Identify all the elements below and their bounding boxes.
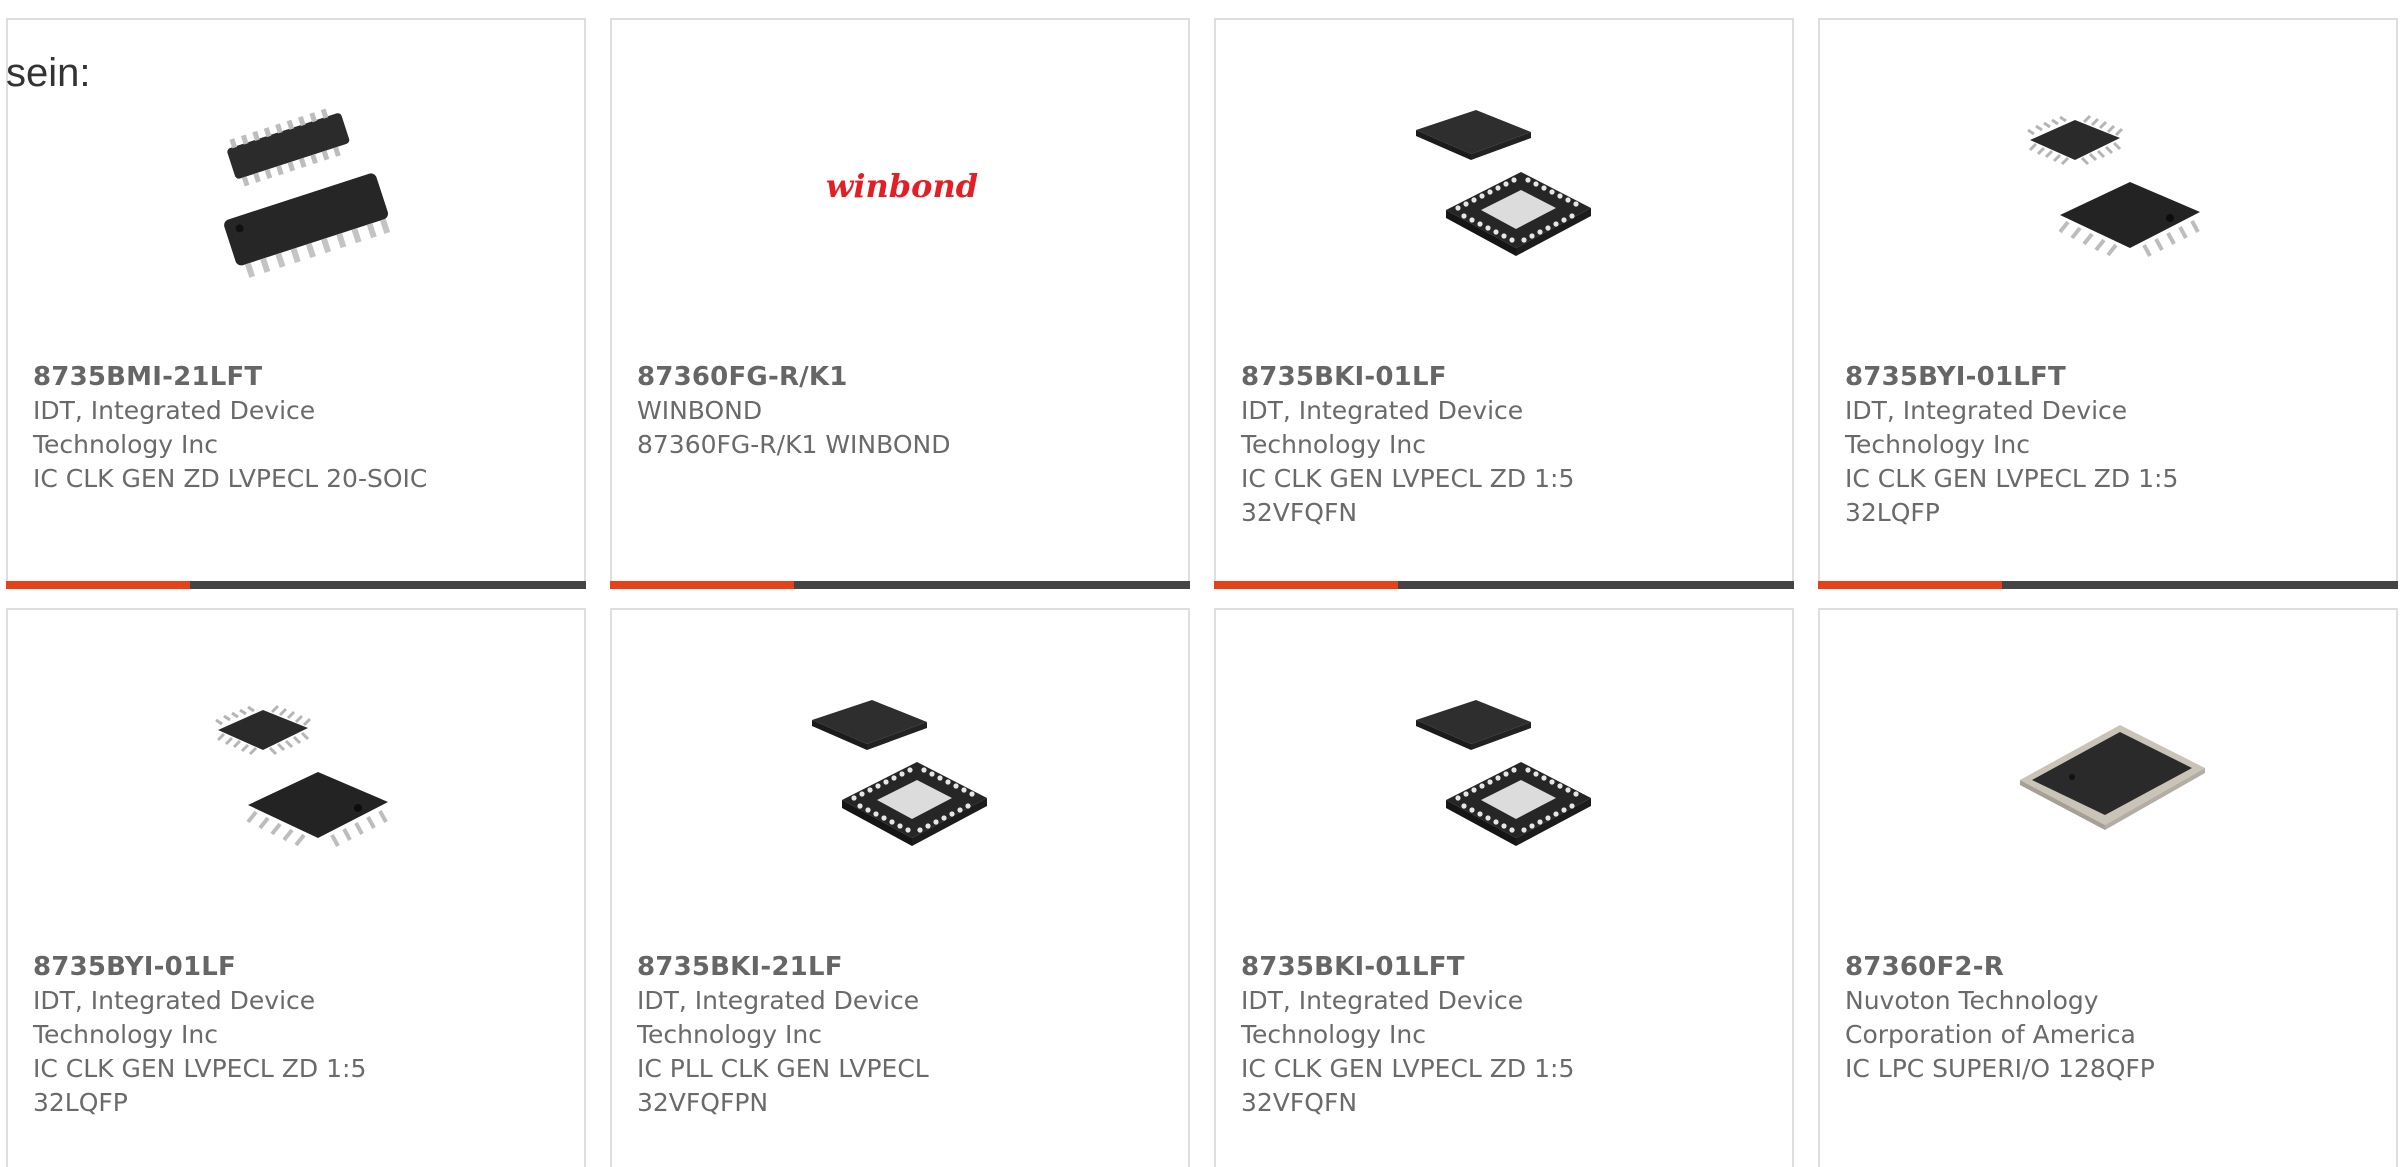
part-number[interactable]: 8735BKI-01LF (1241, 360, 1761, 394)
description: IC CLK GEN LVPECL ZD 1:5 32VFQFN (1241, 464, 1575, 527)
card-accent-bar (1818, 581, 2002, 589)
card-bottom-bar (6, 581, 586, 589)
winbond-logo-text: winbond (826, 167, 978, 205)
card-accent-bar (6, 581, 190, 589)
product-card[interactable]: 8735BMI-21LFT IDT, Integrated Device Tec… (6, 18, 586, 589)
manufacturer: IDT, Integrated Device Technology Inc (33, 986, 316, 1049)
part-number[interactable]: 8735BKI-21LF (637, 950, 1157, 984)
part-number[interactable]: 8735BYI-01LFT (1845, 360, 2365, 394)
part-number[interactable]: 87360FG-R/K1 (637, 360, 1157, 394)
part-number[interactable]: 8735BKI-01LFT (1241, 950, 1761, 984)
card-bottom-bar (1214, 581, 1794, 589)
card-bottom-bar (1818, 581, 2398, 589)
part-number[interactable]: 8735BMI-21LFT (33, 360, 553, 394)
winbond-logo-image[interactable]: winbond (802, 90, 1002, 290)
manufacturer: IDT, Integrated Device Technology Inc (1241, 986, 1524, 1049)
lqfp-chip-image[interactable] (2010, 90, 2210, 290)
description: IC CLK GEN LVPECL ZD 1:5 32VFQFN (1241, 1054, 1575, 1117)
card-accent-bar (610, 581, 794, 589)
product-card[interactable]: 8735BYI-01LF IDT, Integrated Device Tech… (6, 608, 586, 1167)
manufacturer: IDT, Integrated Device Technology Inc (33, 396, 316, 459)
card-accent-bar (1214, 581, 1398, 589)
product-card[interactable]: 8735BKI-01LF IDT, Integrated Device Tech… (1214, 18, 1794, 589)
description: IC PLL CLK GEN LVPECL 32VFQFPN (637, 1054, 929, 1117)
qfn-chip-image[interactable] (802, 680, 1002, 880)
lqfp-chip-image[interactable] (198, 680, 398, 880)
part-number[interactable]: 8735BYI-01LF (33, 950, 553, 984)
description: 87360FG-R/K1 WINBOND (637, 430, 951, 459)
qfp128-chip-image[interactable] (2010, 680, 2210, 880)
header-text: sein: (6, 51, 91, 95)
description: IC CLK GEN ZD LVPECL 20-SOIC (33, 464, 428, 493)
qfn-chip-image[interactable] (1406, 90, 1606, 290)
product-card[interactable]: 8735BYI-01LFT IDT, Integrated Device Tec… (1818, 18, 2398, 589)
product-card[interactable]: 87360F2-R Nuvoton Technology Corporation… (1818, 608, 2398, 1167)
manufacturer: WINBOND (637, 396, 763, 425)
manufacturer: IDT, Integrated Device Technology Inc (1241, 396, 1524, 459)
card-bottom-bar (610, 581, 1190, 589)
qfn-chip-image[interactable] (1406, 680, 1606, 880)
soic-chip-image[interactable] (198, 90, 398, 290)
product-card[interactable]: 8735BKI-01LFT IDT, Integrated Device Tec… (1214, 608, 1794, 1167)
manufacturer: IDT, Integrated Device Technology Inc (1845, 396, 2128, 459)
description: IC CLK GEN LVPECL ZD 1:5 32LQFP (1845, 464, 2179, 527)
manufacturer: IDT, Integrated Device Technology Inc (637, 986, 920, 1049)
description: IC CLK GEN LVPECL ZD 1:5 32LQFP (33, 1054, 367, 1117)
part-number[interactable]: 87360F2-R (1845, 950, 2365, 984)
product-card[interactable]: 8735BKI-21LF IDT, Integrated Device Tech… (610, 608, 1190, 1167)
manufacturer: Nuvoton Technology Corporation of Americ… (1845, 986, 2136, 1049)
product-card[interactable]: winbond 87360FG-R/K1 WINBOND 87360FG-R/K… (610, 18, 1190, 589)
description: IC LPC SUPERI/O 128QFP (1845, 1054, 2155, 1083)
